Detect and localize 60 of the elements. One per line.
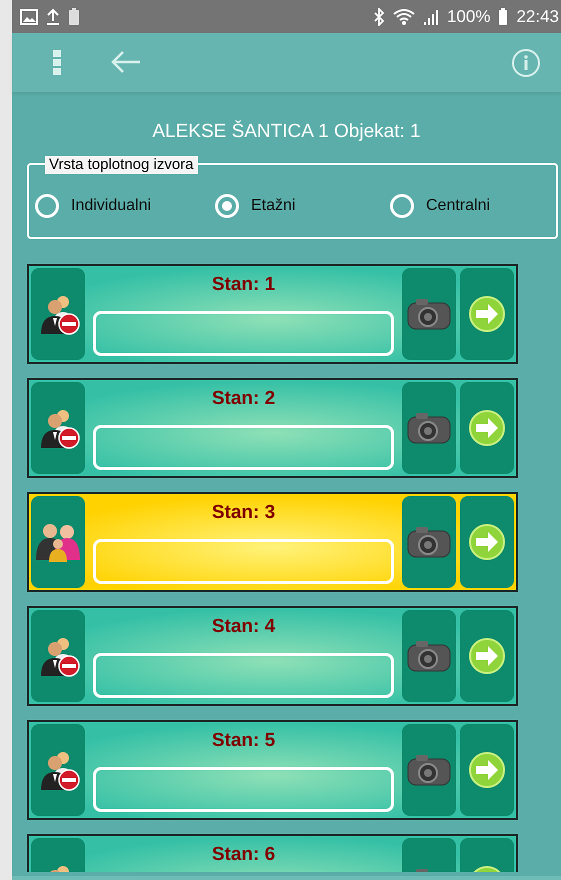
apartment-card[interactable]: Stan: 5 [27,720,518,820]
apartment-title: Stan: 3 [212,502,276,524]
apartment-card[interactable]: Stan: 3 [27,492,518,592]
camera-button[interactable] [402,268,456,360]
camera-button[interactable] [402,724,456,816]
apartment-card[interactable]: Stan: 6 [27,834,518,872]
apartment-title: Stan: 2 [212,388,276,410]
next-button[interactable] [460,382,514,474]
apartment-title: Stan: 1 [212,274,276,296]
note-field[interactable] [93,424,394,470]
camera-icon [406,296,452,330]
camera-icon [406,410,452,444]
tenant-button[interactable] [31,724,85,816]
apartment-card[interactable]: Stan: 2 [27,378,518,478]
bluetooth-icon [372,8,385,26]
apartment-title: Stan: 6 [212,844,276,866]
radio-circle[interactable] [215,194,239,218]
camera-icon [406,524,452,558]
battery-percent: 100% [446,6,490,28]
signal-icon [422,8,439,26]
camera-icon [406,638,452,672]
group-legend: Vrsta toplotnog izvora [45,156,198,174]
wifi-icon [392,8,415,26]
apartment-title: Stan: 5 [212,730,276,752]
upload-icon [46,8,60,26]
next-button[interactable] [460,724,514,816]
camera-icon [406,752,452,786]
tenant-button[interactable] [31,268,85,360]
radio-circle[interactable] [390,194,414,218]
radio-option[interactable]: Etažni [215,194,390,218]
battery-icon [68,8,80,26]
image-icon [20,8,38,24]
next-button[interactable] [460,268,514,360]
info-icon [511,48,541,78]
next-button[interactable] [460,610,514,702]
tenant-button[interactable] [31,610,85,702]
tenant-button[interactable] [31,496,85,588]
apartment-card[interactable]: Stan: 1 [27,264,518,364]
apartment-card[interactable]: Stan: 4 [27,606,518,706]
radio-circle[interactable] [35,194,59,218]
menu-button[interactable] [52,48,62,78]
tenant-button[interactable] [31,382,85,474]
back-arrow-icon [110,50,142,74]
radio-option[interactable]: Individualni [35,194,215,218]
camera-button[interactable] [402,382,456,474]
next-button[interactable] [460,496,514,588]
page-title: ALEKSE ŠANTICA 1 Objekat: 1 [151,119,422,144]
menu-icon [52,48,62,78]
radio-option[interactable]: Centralni [390,194,490,218]
note-field[interactable] [93,652,394,698]
battery-icon [498,8,508,26]
clock-time: 22:43 [516,6,559,28]
camera-button[interactable] [402,496,456,588]
info-button[interactable] [511,48,541,78]
back-button[interactable] [110,50,142,75]
apartment-title: Stan: 4 [212,616,276,638]
note-field[interactable] [93,538,394,584]
note-field[interactable] [93,310,394,356]
camera-button[interactable] [402,610,456,702]
note-field[interactable] [93,766,394,812]
